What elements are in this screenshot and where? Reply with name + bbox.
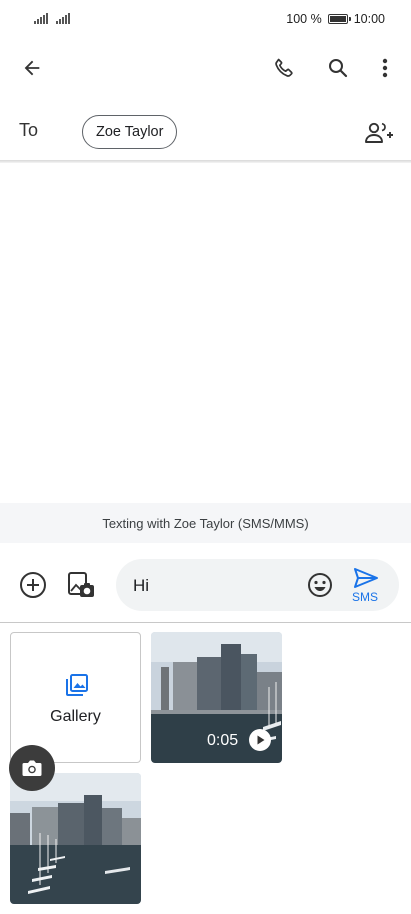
clock: 10:00 [353, 12, 385, 26]
add-circle-icon [20, 572, 46, 598]
battery-icon [327, 14, 351, 24]
more-options-button[interactable] [370, 50, 400, 86]
arrow-back-icon [24, 60, 40, 76]
search-icon [329, 59, 348, 78]
signal-icon [56, 13, 70, 24]
recipient-chip[interactable]: Zoe Taylor [82, 115, 178, 149]
message-input[interactable] [131, 559, 285, 613]
status-bar: 100 % 10:00 [0, 0, 411, 40]
send-sms-label: SMS [352, 590, 379, 604]
to-label: To [19, 120, 39, 140]
emoji-button[interactable] [306, 571, 334, 599]
back-button[interactable] [14, 50, 50, 86]
person-add-icon [365, 122, 393, 143]
add-contact-button[interactable] [360, 115, 398, 151]
battery-percent: 100 % [286, 12, 322, 26]
photo-library-icon [66, 674, 88, 696]
message-compose: SMS [116, 559, 399, 613]
picker-divider [0, 622, 411, 623]
attach-button[interactable] [15, 567, 51, 603]
gallery-tile[interactable]: Gallery [10, 632, 141, 763]
texting-banner: Texting with Zoe Taylor (SMS/MMS) [0, 503, 411, 543]
emoji-icon [308, 573, 332, 597]
search-button[interactable] [320, 50, 356, 86]
send-icon [354, 568, 378, 588]
camera-icon [22, 760, 42, 776]
call-button[interactable] [266, 50, 302, 86]
phone-icon [275, 58, 293, 77]
play-icon [249, 729, 271, 751]
more-vert-icon [382, 58, 388, 78]
signal-icon [34, 13, 48, 24]
texting-banner-text: Texting with Zoe Taylor (SMS/MMS) [102, 515, 309, 531]
gallery-camera-icon [68, 572, 94, 597]
photo-thumbnail[interactable] [10, 773, 141, 904]
camera-button[interactable] [9, 745, 55, 791]
video-thumbnail[interactable]: 0:05 [151, 632, 282, 763]
gallery-label: Gallery [50, 708, 101, 725]
send-button[interactable] [352, 565, 380, 591]
gallery-camera-button[interactable] [63, 567, 99, 603]
video-duration: 0:05 [207, 732, 239, 749]
harbour-photo-image [10, 773, 141, 904]
conversation-area [0, 163, 411, 503]
